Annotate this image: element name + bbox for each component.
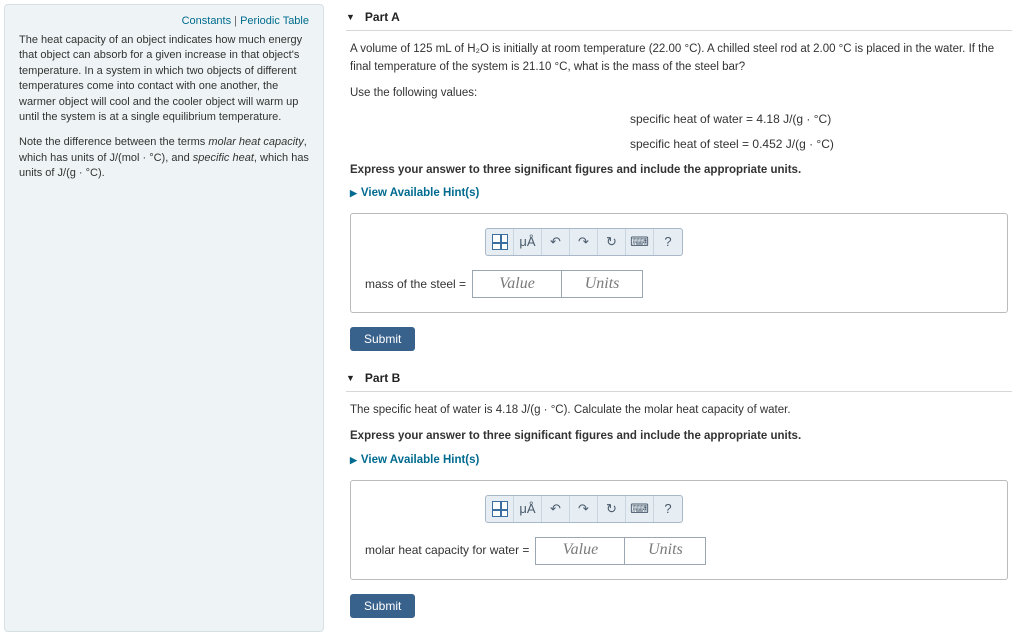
- part-a-title: Part A: [365, 10, 400, 24]
- value-water: specific heat of water = 4.18 J/(g · °C): [630, 110, 1008, 129]
- sidebar-paragraph-2: Note the difference between the terms mo…: [19, 135, 309, 181]
- part-a-body: A volume of 125 mL of H₂O is initially a…: [346, 41, 1012, 365]
- special-chars-button[interactable]: μÅ: [514, 496, 542, 522]
- value-input[interactable]: Value: [535, 537, 625, 565]
- undo-button[interactable]: ↶: [542, 229, 570, 255]
- part-b-hints-toggle[interactable]: ▶View Available Hint(s): [350, 452, 1008, 470]
- part-a-header[interactable]: ▼ Part A: [346, 4, 1012, 31]
- main-content: ▼ Part A A volume of 125 mL of H₂O is in…: [328, 0, 1024, 636]
- answer-toolbar: μÅ ↶ ↷ ↻ ⌨ ?: [485, 495, 683, 523]
- triangle-right-icon: ▶: [350, 188, 357, 198]
- reset-button[interactable]: ↻: [598, 229, 626, 255]
- redo-button[interactable]: ↷: [570, 496, 598, 522]
- caret-down-icon: ▼: [346, 373, 355, 383]
- units-input[interactable]: Units: [561, 270, 643, 298]
- part-a-answer-row: mass of the steel = Value Units: [365, 270, 993, 298]
- triangle-right-icon: ▶: [350, 455, 357, 465]
- part-b-submit-button[interactable]: Submit: [350, 594, 415, 618]
- special-chars-button[interactable]: μÅ: [514, 229, 542, 255]
- part-a-answer-box: μÅ ↶ ↷ ↻ ⌨ ? mass of the steel = Value U…: [350, 213, 1008, 313]
- undo-button[interactable]: ↶: [542, 496, 570, 522]
- part-b-title: Part B: [365, 371, 400, 385]
- part-a-instructions: Express your answer to three significant…: [350, 162, 1008, 180]
- template-button[interactable]: [486, 229, 514, 255]
- sidebar-paragraph-1: The heat capacity of an object indicates…: [19, 33, 309, 125]
- constants-link[interactable]: Constants: [182, 15, 232, 27]
- sidebar-links: Constants | Periodic Table: [19, 15, 309, 27]
- template-icon: [492, 501, 508, 517]
- value-steel: specific heat of steel = 0.452 J/(g · °C…: [630, 135, 1008, 154]
- keyboard-button[interactable]: ⌨: [626, 229, 654, 255]
- help-button[interactable]: ?: [654, 229, 682, 255]
- reset-button[interactable]: ↻: [598, 496, 626, 522]
- help-button[interactable]: ?: [654, 496, 682, 522]
- part-a-hints-toggle[interactable]: ▶View Available Hint(s): [350, 185, 1008, 203]
- part-b-answer-box: μÅ ↶ ↷ ↻ ⌨ ? molar heat capacity for wat…: [350, 480, 1008, 580]
- redo-button[interactable]: ↷: [570, 229, 598, 255]
- info-sidebar: Constants | Periodic Table The heat capa…: [4, 4, 324, 632]
- part-a-question: A volume of 125 mL of H₂O is initially a…: [350, 41, 1008, 77]
- part-a-submit-button[interactable]: Submit: [350, 327, 415, 351]
- part-b-answer-row: molar heat capacity for water = Value Un…: [365, 537, 993, 565]
- value-input[interactable]: Value: [472, 270, 562, 298]
- part-b-header[interactable]: ▼ Part B: [346, 365, 1012, 392]
- part-a-answer-label: mass of the steel =: [365, 275, 466, 294]
- template-button[interactable]: [486, 496, 514, 522]
- part-b-body: The specific heat of water is 4.18 J/(g …: [346, 402, 1012, 631]
- keyboard-button[interactable]: ⌨: [626, 496, 654, 522]
- periodic-table-link[interactable]: Periodic Table: [240, 15, 309, 27]
- caret-down-icon: ▼: [346, 12, 355, 22]
- template-icon: [492, 234, 508, 250]
- units-input[interactable]: Units: [624, 537, 706, 565]
- part-b-answer-label: molar heat capacity for water =: [365, 541, 529, 560]
- part-b-instructions: Express your answer to three significant…: [350, 428, 1008, 446]
- part-b-question: The specific heat of water is 4.18 J/(g …: [350, 402, 1008, 420]
- part-a-use-values: Use the following values:: [350, 85, 1008, 103]
- part-a-values: specific heat of water = 4.18 J/(g · °C)…: [350, 110, 1008, 153]
- answer-toolbar: μÅ ↶ ↷ ↻ ⌨ ?: [485, 228, 683, 256]
